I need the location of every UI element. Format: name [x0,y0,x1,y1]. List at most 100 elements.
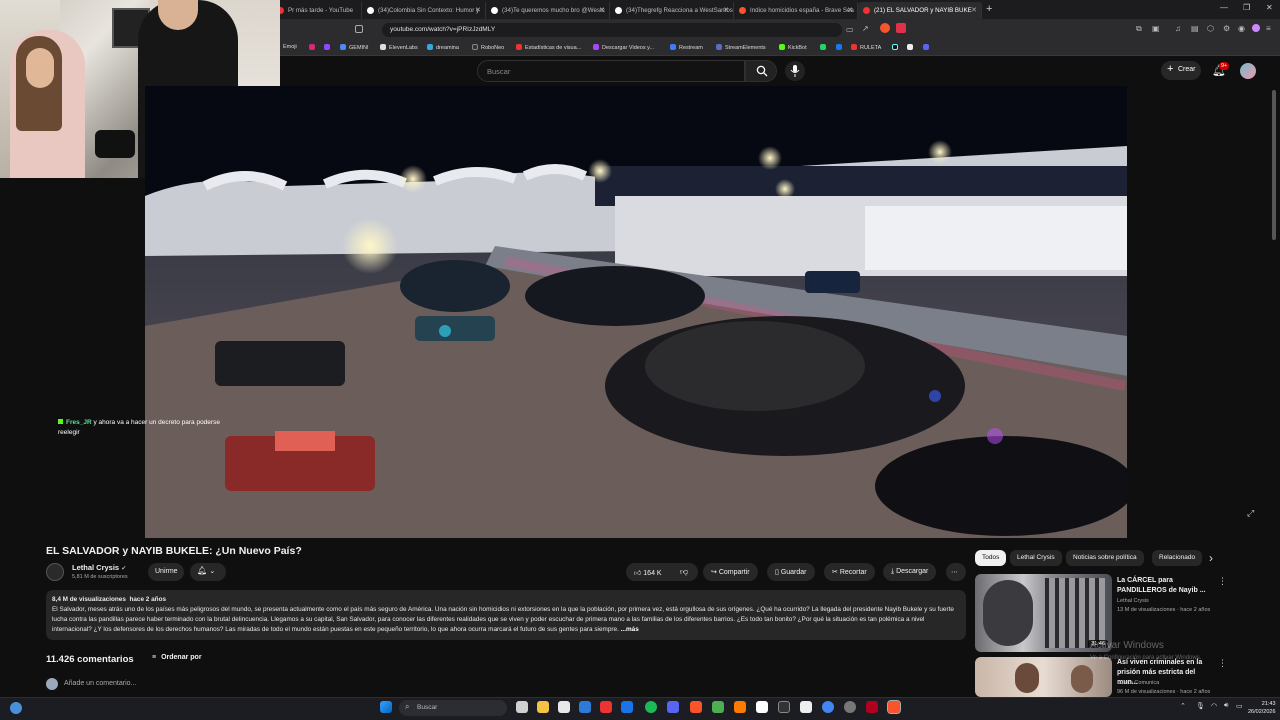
voice-search-button[interactable] [785,61,805,81]
bookmark-emoji[interactable]: Emoji [283,44,297,50]
description-box[interactable]: 8,4 M de visualizaciones hace 2 años El … [46,590,966,640]
chevron-right-icon[interactable]: › [1209,551,1213,565]
join-button[interactable]: Unirme [148,563,184,581]
video-player[interactable] [145,86,1127,538]
tray-volume-icon[interactable]: 🔊︎ [1224,702,1228,710]
close-icon[interactable]: ✕ [847,6,853,14]
share-icon[interactable]: ↗ [862,24,869,33]
clip-button[interactable]: ✂ Recortar [824,563,875,581]
app-orange-icon[interactable] [734,701,746,713]
search-button[interactable] [745,60,777,82]
vpn-icon[interactable]: ⬡ [1207,24,1214,33]
cast-icon[interactable]: ▭ [846,25,854,34]
bookmark-streamelements[interactable]: StreamElements [716,44,766,51]
save-button[interactable]: ▯ Guardar [767,563,815,581]
bookmark-roboneo[interactable]: RoboNeo [472,44,504,51]
bookmark-icon[interactable] [355,25,363,33]
bookmark-ruleta[interactable]: RULETA [851,44,881,51]
wallet-icon[interactable]: ▤ [1191,24,1199,33]
chip-all[interactable]: Todos [975,550,1007,566]
close-icon[interactable]: ✕ [475,6,481,14]
bookmark-descargar[interactable]: Descargar Videos y... [593,44,654,51]
download-button[interactable]: ⤓ Descargar [883,563,937,581]
task-view-icon[interactable] [516,701,528,713]
file-explorer-icon[interactable] [537,701,549,713]
app-gray-icon[interactable] [844,701,856,713]
share-button[interactable]: ↪ Compartir [703,563,758,581]
chrome-icon[interactable] [822,701,834,713]
app-red-icon[interactable] [866,701,878,713]
related-channel[interactable]: Luisito Comunica [1117,680,1159,686]
kebab-menu-icon[interactable]: ⋮ [1218,576,1227,587]
settings-icon[interactable]: ⚙ [1223,24,1230,33]
whatsapp-icon[interactable] [820,44,829,51]
thumbs-down-icon[interactable]: 👎︎ [680,567,688,577]
kebab-menu-icon[interactable]: ⋮ [1218,658,1227,669]
search-input[interactable]: Buscar [477,60,745,82]
discord-icon[interactable] [923,44,932,51]
windows-start-icon[interactable] [380,701,392,713]
tray-mic-icon[interactable]: 🎙︎ [1196,702,1205,710]
tab-el-salvador[interactable]: (21) EL SALVADOR y NAYIB BUKE ✕ [858,2,982,19]
obs-icon[interactable] [756,701,768,713]
window-close-icon[interactable]: ✕ [1266,3,1273,12]
channel-avatar[interactable] [46,563,64,581]
expand-icon[interactable]: ⤢ [1247,508,1254,519]
new-tab-button[interactable]: + [986,3,992,15]
bookmark-kickbot[interactable]: KickBot [779,44,807,51]
youtube-music-icon[interactable] [600,701,612,713]
chip-related[interactable]: Relacionado [1152,550,1202,566]
profile-icon[interactable] [1252,24,1260,32]
facebook-icon[interactable] [836,44,845,51]
bookmark-elevenlabs[interactable]: ElevenLabs [380,44,418,51]
brave-taskbar-icon[interactable] [690,701,702,713]
restore-icon[interactable]: ❐ [1243,3,1250,12]
subscribed-bell-button[interactable]: 🔔︎ ⌄ [190,563,226,581]
sidebar-icon[interactable]: ▣ [1152,24,1160,33]
taskbar-search[interactable]: ⌕ Buscar [399,700,507,716]
app-white-icon[interactable] [800,701,812,713]
extensions-icon[interactable]: ⧉ [1136,24,1142,34]
tab-te-queremos[interactable]: (34)Te queremos mucho bro @Westc ✕ [486,2,610,19]
page-scrollbar[interactable] [1272,90,1276,240]
chip-politics[interactable]: Noticias sobre política [1066,550,1144,566]
tray-battery-icon[interactable]: ▭ [1236,702,1243,710]
more-actions-icon[interactable]: ⋯ [946,563,966,581]
close-icon[interactable]: ✕ [723,6,729,14]
twitch-icon[interactable] [324,44,333,51]
brave-active-icon[interactable] [887,700,901,714]
menu-icon[interactable]: ≡ [1266,24,1271,33]
add-comment-input[interactable]: Añade un comentario... [64,680,136,687]
close-icon[interactable]: ✕ [599,6,605,14]
bookmark-dreamina[interactable]: dreamina [427,44,459,51]
widgets-icon[interactable] [10,702,22,714]
account-avatar[interactable] [1240,63,1256,79]
create-button[interactable]: + Crear [1161,61,1201,80]
store-icon[interactable] [558,701,570,713]
minimize-icon[interactable]: — [1220,3,1228,12]
instagram-icon[interactable] [309,44,318,51]
brave-shield-icon[interactable] [880,23,890,33]
close-icon[interactable]: ✕ [971,6,977,14]
related-channel[interactable]: Lethal Crysis [1117,598,1149,604]
tab-watch-later[interactable]: Pr más tarde - YouTube [272,2,362,19]
tray-chevron-icon[interactable]: ⌃ [1180,702,1186,710]
discord-taskbar-icon[interactable] [667,701,679,713]
chip-channel[interactable]: Lethal Crysis [1010,550,1062,566]
tray-wifi-icon[interactable]: ◠ [1211,702,1217,710]
music-icon[interactable]: ♫ [1175,24,1181,33]
location-icon[interactable]: ◉ [1238,24,1245,33]
bookmark-misc-icon[interactable] [907,44,916,51]
brave-rewards-icon[interactable] [896,23,906,33]
bookmark-estadisticas[interactable]: Estadísticas de visua... [516,44,581,51]
bookmark-gemini[interactable]: GEMINI [340,44,369,51]
show-more-link[interactable]: ...más [621,626,639,633]
tab-thegrefg[interactable]: (34)Thegrefg Reacciona a WestSantos ✕ [610,2,734,19]
url-input[interactable]: youtube.com/watch?v=jPRIzJzdMLY [382,23,842,37]
capcut-icon[interactable] [778,701,790,713]
related-title[interactable]: La CÁRCEL para PANDILLEROS de Nayib ... [1117,576,1215,596]
bookmark-restream[interactable]: Restream [670,44,703,51]
app-green-icon[interactable] [712,701,724,713]
taskbar-clock[interactable]: 21:43 26/02/2026 [1248,700,1276,716]
tiktok-icon[interactable] [892,44,901,51]
